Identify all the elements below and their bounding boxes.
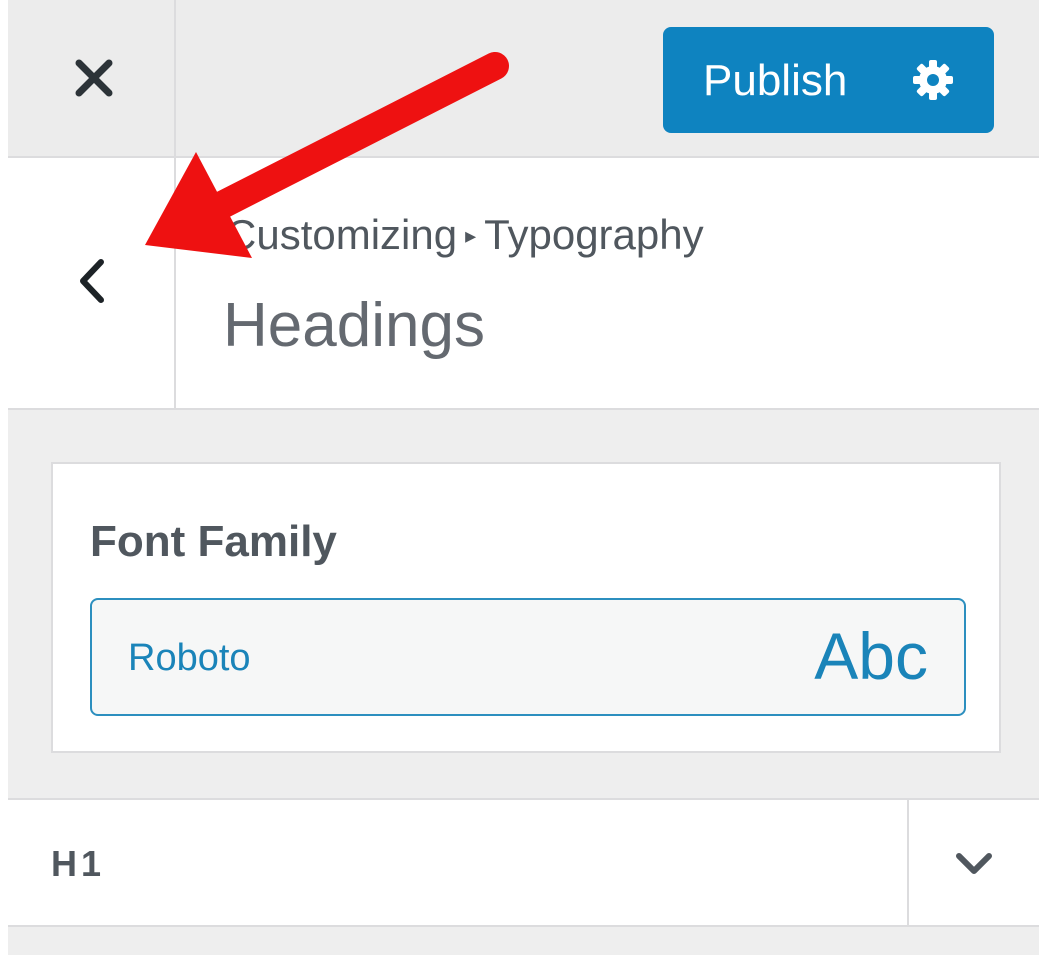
controls-area: Font Family Roboto Abc <box>8 410 1039 798</box>
font-family-card: Font Family Roboto Abc <box>51 462 1001 753</box>
publish-button[interactable]: Publish <box>663 27 994 133</box>
back-button[interactable] <box>8 158 176 408</box>
section-header: Customizing ▸ Typography Headings <box>8 158 1039 410</box>
close-icon <box>75 59 113 97</box>
accordion-toggle-button[interactable] <box>907 800 1039 925</box>
breadcrumb-parent: Customizing <box>226 211 458 258</box>
customizer-top-bar: Publish <box>8 0 1039 158</box>
font-family-value: Roboto <box>128 637 251 679</box>
accordion-h1-label: H1 <box>51 843 106 884</box>
breadcrumb-current: Typography <box>484 211 704 258</box>
accordion-h1[interactable]: H1 <box>8 798 1039 927</box>
chevron-left-icon <box>80 259 104 303</box>
publish-button-label: Publish <box>703 56 848 105</box>
page-title: Headings <box>223 291 485 360</box>
chevron-down-icon <box>956 853 992 874</box>
close-button[interactable] <box>8 0 176 156</box>
breadcrumb: Customizing ▸ Typography <box>226 210 704 261</box>
font-family-select[interactable]: Roboto Abc <box>90 598 966 716</box>
gear-icon[interactable] <box>911 58 955 102</box>
font-family-label: Font Family <box>90 517 337 566</box>
footer-strip <box>8 927 1039 955</box>
breadcrumb-separator: ▸ <box>465 223 477 248</box>
font-preview-sample: Abc <box>814 619 928 693</box>
